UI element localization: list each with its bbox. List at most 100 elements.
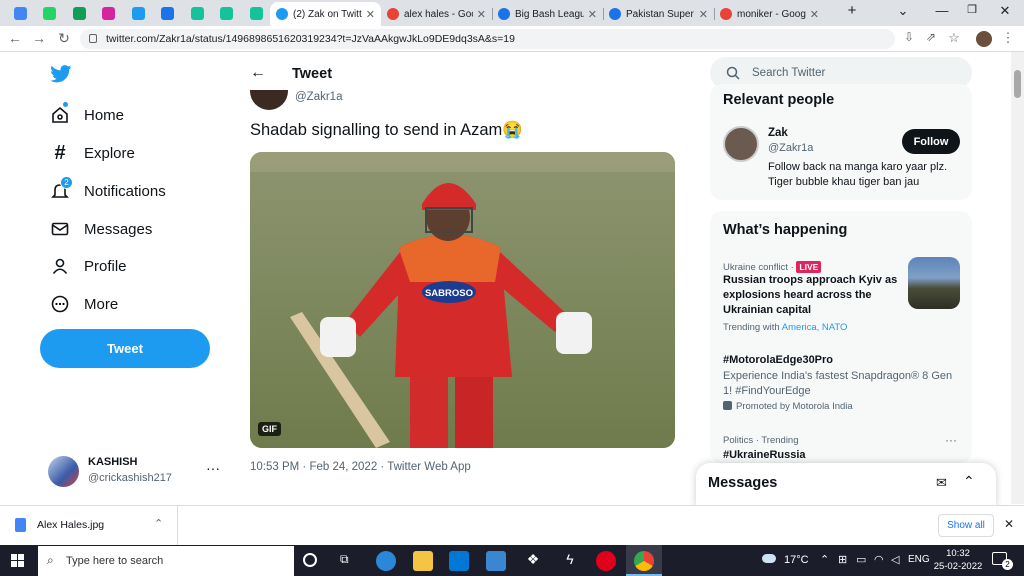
file-explorer-icon[interactable]	[413, 551, 433, 571]
author-handle[interactable]: @Zakr1a	[295, 91, 342, 103]
zak-avatar[interactable]	[723, 126, 759, 162]
language-indicator[interactable]: ENG	[908, 554, 930, 565]
tab-search-icon[interactable]: ⌄	[893, 3, 913, 19]
tab-title: Big Bash League	[515, 8, 584, 20]
trend-item[interactable]: #MotorolaEdge30Pro Experience India's fa…	[723, 354, 968, 419]
edge-icon[interactable]	[376, 551, 396, 571]
trending-with-links[interactable]: America, NATO	[782, 322, 848, 333]
chrome-taskbar-button[interactable]	[626, 545, 662, 576]
minimize-button[interactable]: —	[932, 3, 952, 18]
browser-tab[interactable]: moniker - Googl ✕	[714, 2, 825, 26]
trend-item[interactable]: Politics · Trending #UkraineRussia ···	[723, 433, 968, 463]
nav-item-label: Messages	[84, 220, 153, 238]
nav-item-home[interactable]: Home	[50, 105, 124, 125]
menu-kebab-icon[interactable]: ⋮	[999, 30, 1017, 46]
hashtag-icon: #	[54, 141, 66, 164]
close-tab-icon[interactable]: ✕	[699, 8, 708, 21]
network-icon[interactable]: ⊞	[838, 553, 847, 566]
mail-app-icon[interactable]	[486, 551, 506, 571]
share-icon[interactable]: ⇗	[922, 30, 940, 44]
pinned-tab[interactable]	[98, 4, 120, 22]
windows-start-icon[interactable]	[11, 554, 24, 567]
pinned-tab[interactable]	[68, 4, 90, 22]
tweet-gif[interactable]: SABROSO GIF	[250, 152, 675, 448]
browser-tab[interactable]: Pakistan Super L ✕	[603, 2, 714, 26]
pinned-tab[interactable]	[245, 4, 267, 22]
profile-avatar[interactable]	[976, 31, 992, 47]
browser-tab[interactable]: (2) Zak on Twitte ✕	[270, 2, 381, 26]
taskbar-search[interactable]: ⌕ Type here to search	[38, 546, 294, 576]
pinned-tab[interactable]	[9, 4, 31, 22]
nav-item-more[interactable]: More	[50, 294, 118, 314]
back-arrow-icon[interactable]: ←	[250, 64, 266, 82]
store-icon[interactable]	[449, 551, 469, 571]
bookmark-star-icon[interactable]: ☆	[945, 30, 963, 46]
account-switcher[interactable]: KASHISH @crickashish217 ···	[48, 454, 228, 490]
close-download-bar-icon[interactable]: ✕	[1004, 517, 1014, 531]
url-field[interactable]: twitter.com/Zakr1a/status/14968986516203…	[80, 29, 895, 49]
dropbox-icon[interactable]: ❖	[523, 551, 543, 571]
taskbar-search-placeholder: Type here to search	[66, 555, 164, 567]
close-tab-icon[interactable]: ✕	[477, 8, 486, 21]
close-window-button[interactable]: ✕	[995, 3, 1015, 19]
pinned-tab[interactable]	[39, 4, 61, 22]
person-name[interactable]: Zak	[768, 127, 788, 139]
twitter-logo-icon[interactable]	[50, 65, 72, 83]
nav-item-notifications[interactable]: 2 Notifications	[50, 176, 166, 201]
pinned-tab[interactable]	[186, 4, 208, 22]
page-scrollbar[interactable]	[1011, 52, 1024, 504]
address-bar-row: ← → ↻ twitter.com/Zakr1a/status/14968986…	[0, 26, 1024, 52]
expand-icon[interactable]: ⌃	[963, 473, 975, 490]
instagram-icon	[102, 6, 115, 20]
install-icon[interactable]: ⇩	[900, 30, 918, 44]
cortana-icon[interactable]	[303, 553, 317, 567]
messages-drawer[interactable]: Messages ✉ ⌃	[696, 463, 996, 507]
volume-icon[interactable]: ◁	[891, 553, 899, 566]
notification-badge: 2	[60, 176, 73, 189]
trend-item[interactable]: Ukraine conflict · LIVE Russian troops a…	[723, 257, 968, 337]
opera-icon[interactable]	[596, 551, 616, 571]
wifi-icon[interactable]: ◠	[874, 553, 884, 566]
battery-icon[interactable]: ▭	[856, 553, 866, 566]
clock-time[interactable]: 10:32	[937, 548, 979, 559]
weather-temp[interactable]: 17°C	[784, 554, 809, 566]
close-tab-icon[interactable]: ✕	[366, 8, 375, 21]
nav-item-explore[interactable]: # Explore	[50, 141, 134, 164]
nav-item-label: More	[84, 295, 119, 313]
account-more-icon[interactable]: ···	[206, 460, 220, 476]
browser-tab[interactable]: alex hales - Goo ✕	[381, 2, 492, 26]
nav-item-profile[interactable]: Profile	[50, 256, 127, 276]
show-all-button[interactable]: Show all	[938, 514, 994, 537]
nav-item-messages[interactable]: Messages	[50, 219, 152, 239]
tray-chevron-icon[interactable]: ⌃	[820, 553, 829, 566]
close-tab-icon[interactable]: ✕	[810, 8, 819, 21]
app-s-icon[interactable]: ϟ	[560, 551, 580, 571]
reload-button[interactable]: ↻	[55, 30, 73, 47]
forward-button[interactable]: →	[30, 30, 48, 46]
new-message-icon[interactable]: ✉	[936, 475, 947, 491]
download-chevron-icon[interactable]: ⌃	[154, 517, 163, 530]
download-item[interactable]: Alex Hales.jpg ⌃	[0, 506, 178, 545]
home-icon	[50, 105, 70, 125]
pinned-tab[interactable]	[127, 4, 149, 22]
google-icon	[720, 8, 732, 20]
tweet-button[interactable]: Tweet	[40, 329, 210, 368]
scrollbar-thumb[interactable]	[1014, 70, 1021, 98]
account-handle: @crickashish217	[88, 472, 172, 484]
pinned-tab[interactable]	[216, 4, 238, 22]
browser-tab[interactable]: Big Bash League ✕	[492, 2, 603, 26]
clock-date[interactable]: 25-02-2022	[932, 561, 984, 572]
pinned-tab[interactable]	[157, 4, 179, 22]
restore-button[interactable]: ❐	[962, 3, 982, 16]
new-tab-button[interactable]: +	[842, 2, 862, 19]
task-view-icon[interactable]: ⧉	[340, 552, 349, 567]
trend-more-icon[interactable]: ···	[945, 433, 957, 447]
back-button[interactable]: ←	[6, 30, 24, 46]
follow-button[interactable]: Follow	[902, 129, 960, 154]
trend-headline: #MotorolaEdge30Pro	[723, 354, 834, 366]
tweet-header-bar: ← Tweet	[240, 60, 685, 90]
tab-title: alex hales - Goo	[404, 8, 473, 20]
close-tab-icon[interactable]: ✕	[588, 8, 597, 21]
weather-cloud-icon[interactable]	[762, 554, 776, 563]
grammarly-icon	[190, 6, 204, 20]
